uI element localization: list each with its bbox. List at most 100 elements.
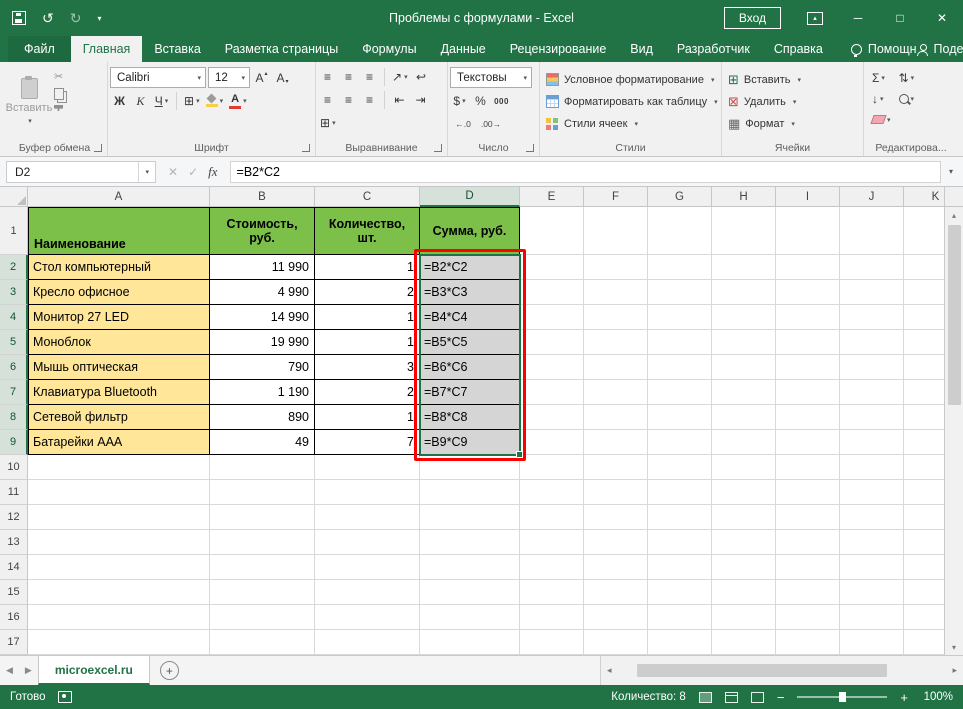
cell[interactable]: Сумма, руб. bbox=[420, 207, 520, 255]
scroll-down-icon[interactable]: ▾ bbox=[952, 639, 956, 655]
cell[interactable] bbox=[904, 405, 944, 430]
cell[interactable] bbox=[28, 555, 210, 580]
cell[interactable] bbox=[28, 580, 210, 605]
row-header[interactable]: 16 bbox=[0, 605, 28, 630]
underline-button[interactable]: Ч▾ bbox=[152, 91, 171, 111]
format-cells-button[interactable]: ▦ Формат ▾ bbox=[724, 114, 861, 134]
cell[interactable]: 14 990 bbox=[210, 305, 315, 330]
cell[interactable] bbox=[904, 480, 944, 505]
column-header[interactable]: K bbox=[904, 187, 944, 207]
cell[interactable] bbox=[840, 207, 904, 255]
cell[interactable] bbox=[904, 530, 944, 555]
cell[interactable] bbox=[840, 255, 904, 280]
ribbon-tab[interactable]: Справка bbox=[762, 36, 835, 62]
cell[interactable] bbox=[712, 380, 776, 405]
align-center-icon[interactable]: ≡ bbox=[339, 90, 358, 110]
cell[interactable]: =B4*C4 bbox=[420, 305, 520, 330]
cell[interactable] bbox=[520, 255, 584, 280]
cell[interactable]: =B6*C6 bbox=[420, 355, 520, 380]
cell[interactable] bbox=[712, 480, 776, 505]
cell[interactable] bbox=[648, 480, 712, 505]
ribbon-tab[interactable]: Данные bbox=[429, 36, 498, 62]
cell[interactable] bbox=[315, 555, 420, 580]
page-layout-view-icon[interactable] bbox=[725, 692, 738, 703]
column-header[interactable]: I bbox=[776, 187, 840, 207]
delete-cells-button[interactable]: ⊠ Удалить ▾ bbox=[724, 92, 861, 112]
horizontal-scroll-thumb[interactable] bbox=[637, 664, 887, 677]
cell[interactable] bbox=[28, 455, 210, 480]
cell[interactable] bbox=[712, 430, 776, 455]
column-header[interactable]: D bbox=[420, 187, 520, 207]
cell[interactable] bbox=[648, 380, 712, 405]
cancel-icon[interactable]: ✕ bbox=[168, 165, 178, 179]
vertical-scroll-thumb[interactable] bbox=[948, 225, 961, 405]
cell[interactable] bbox=[648, 280, 712, 305]
align-top-icon[interactable]: ≡ bbox=[318, 67, 337, 87]
conditional-formatting-button[interactable]: Условное форматирование ▾ bbox=[542, 70, 719, 90]
sign-in-button[interactable]: Вход bbox=[724, 7, 781, 29]
cell[interactable] bbox=[648, 305, 712, 330]
sheet-nav-right-icon[interactable]: ▶ bbox=[19, 656, 38, 685]
cell[interactable]: 4 990 bbox=[210, 280, 315, 305]
cell[interactable] bbox=[840, 455, 904, 480]
cell[interactable] bbox=[904, 305, 944, 330]
cell[interactable] bbox=[776, 330, 840, 355]
cell[interactable] bbox=[776, 305, 840, 330]
cell[interactable]: Монитор 27 LED bbox=[28, 305, 210, 330]
align-bottom-icon[interactable]: ≡ bbox=[360, 67, 379, 87]
font-family-select[interactable]: Calibri▾ bbox=[110, 67, 206, 88]
cell[interactable] bbox=[648, 255, 712, 280]
scroll-left-icon[interactable]: ◂ bbox=[601, 665, 618, 676]
cell[interactable]: 1 190 bbox=[210, 380, 315, 405]
column-header[interactable]: C bbox=[315, 187, 420, 207]
vertical-scrollbar[interactable]: ▴ ▾ bbox=[944, 187, 963, 655]
cell[interactable]: Количество, шт. bbox=[315, 207, 420, 255]
cell[interactable] bbox=[840, 355, 904, 380]
cell[interactable] bbox=[28, 530, 210, 555]
cell[interactable] bbox=[904, 280, 944, 305]
cell[interactable] bbox=[584, 455, 648, 480]
cell[interactable] bbox=[840, 555, 904, 580]
cell[interactable] bbox=[210, 580, 315, 605]
copy-icon[interactable] bbox=[54, 88, 64, 100]
find-select-button[interactable]: ▾ bbox=[899, 89, 915, 108]
sheet-nav-left-icon[interactable]: ◀ bbox=[0, 656, 19, 685]
cell[interactable] bbox=[712, 305, 776, 330]
cell[interactable] bbox=[776, 580, 840, 605]
cell[interactable] bbox=[904, 455, 944, 480]
cell[interactable] bbox=[648, 555, 712, 580]
cell[interactable] bbox=[776, 207, 840, 255]
cell[interactable] bbox=[712, 605, 776, 630]
cell[interactable] bbox=[420, 505, 520, 530]
cell[interactable]: 11 990 bbox=[210, 255, 315, 280]
cell[interactable] bbox=[584, 207, 648, 255]
cell[interactable] bbox=[712, 207, 776, 255]
cell[interactable] bbox=[210, 480, 315, 505]
cell[interactable]: Клавиатура Bluetooth bbox=[28, 380, 210, 405]
clipboard-dialog-launcher-icon[interactable] bbox=[94, 144, 102, 152]
qat-customize-icon[interactable]: ▾ bbox=[97, 14, 101, 23]
cell[interactable] bbox=[776, 605, 840, 630]
cell[interactable] bbox=[648, 330, 712, 355]
cell[interactable] bbox=[520, 530, 584, 555]
select-all-corner[interactable] bbox=[0, 187, 28, 207]
cell[interactable] bbox=[712, 280, 776, 305]
font-dialog-launcher-icon[interactable] bbox=[302, 144, 310, 152]
increase-decimal-icon[interactable]: ←.0 bbox=[450, 114, 476, 134]
cell[interactable] bbox=[840, 280, 904, 305]
ribbon-tab[interactable]: Рецензирование bbox=[498, 36, 619, 62]
shrink-font-icon[interactable]: А▾ bbox=[273, 68, 292, 88]
formula-input[interactable]: =B2*C2 bbox=[230, 161, 941, 183]
cell[interactable] bbox=[584, 580, 648, 605]
decrease-decimal-icon[interactable]: .00→ bbox=[478, 114, 504, 134]
wrap-text-icon[interactable]: ↩ bbox=[412, 67, 431, 87]
cell[interactable] bbox=[520, 605, 584, 630]
cell[interactable] bbox=[904, 505, 944, 530]
cell[interactable] bbox=[840, 530, 904, 555]
cell[interactable] bbox=[648, 530, 712, 555]
bold-button[interactable]: Ж bbox=[110, 91, 129, 111]
cell[interactable]: 1 bbox=[315, 305, 420, 330]
row-header[interactable]: 7 bbox=[0, 380, 28, 405]
cell[interactable] bbox=[315, 455, 420, 480]
cell[interactable] bbox=[420, 530, 520, 555]
